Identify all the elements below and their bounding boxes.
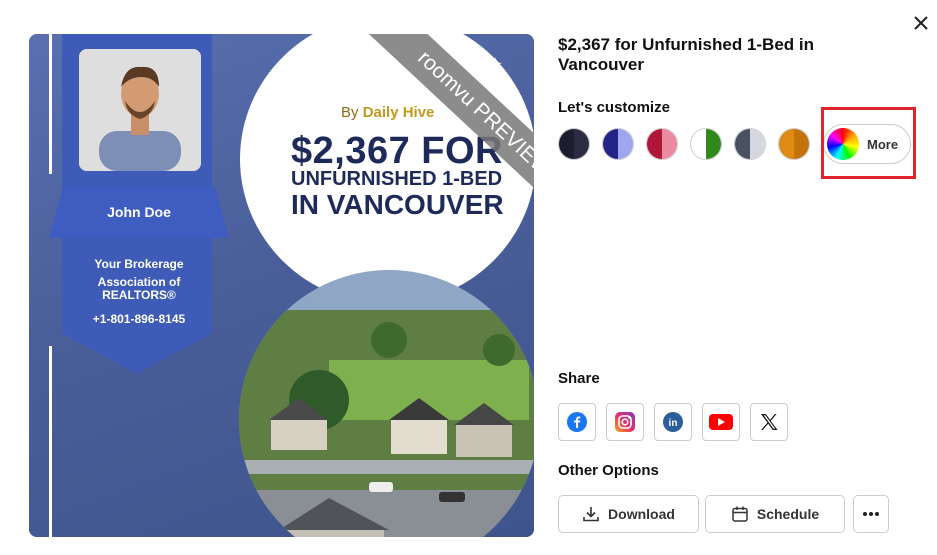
agent-phone: +1-801-896-8145: [92, 312, 186, 326]
download-label: Download: [608, 506, 675, 522]
agent-name: John Doe: [49, 186, 229, 238]
other-options-label: Other Options: [558, 462, 659, 479]
byline-prefix: By: [341, 104, 363, 121]
highlight-box: [821, 107, 916, 179]
headline-line-3: IN VANCOUVER: [291, 189, 504, 220]
customize-label: Let's customize: [558, 99, 670, 116]
ellipsis-icon: [863, 512, 879, 516]
brokerage-line-1: Your Brokerage: [94, 257, 184, 271]
byline-brand: Daily Hive: [362, 104, 435, 121]
brokerage-line-3: REALTORS®: [102, 288, 176, 302]
color-swatch-6[interactable]: [778, 128, 810, 160]
download-button[interactable]: Download: [558, 495, 699, 533]
calendar-icon: [732, 506, 748, 522]
color-swatch-5[interactable]: [734, 128, 766, 160]
share-facebook-button[interactable]: [558, 403, 596, 441]
color-swatch-4[interactable]: [690, 128, 722, 160]
decor-line-bottom: [49, 346, 52, 537]
share-youtube-button[interactable]: [702, 403, 740, 441]
close-button[interactable]: [908, 10, 934, 36]
headline-line-2: UNFURNISHED 1-BED: [291, 168, 503, 190]
color-swatch-2[interactable]: [602, 128, 634, 160]
brokerage-name: Your Brokerage Association of REALTORS®: [74, 258, 204, 302]
share-label: Share: [558, 370, 600, 387]
schedule-button[interactable]: Schedule: [705, 495, 845, 533]
x-icon: [761, 414, 778, 430]
post-title: $2,367 for Unfurnished 1-Bed in Vancouve…: [558, 35, 814, 74]
schedule-label: Schedule: [756, 506, 820, 522]
linkedin-icon: in: [663, 412, 683, 432]
instagram-icon: [615, 412, 635, 432]
facebook-icon: [567, 412, 587, 432]
agent-photo: [79, 49, 201, 171]
download-icon: [583, 507, 599, 522]
youtube-icon: [709, 414, 733, 430]
color-swatch-3[interactable]: [646, 128, 678, 160]
more-options-button[interactable]: [853, 495, 889, 533]
close-icon: [914, 16, 928, 30]
share-x-button[interactable]: [750, 403, 788, 441]
sparkle-icon: ✦: [488, 54, 504, 74]
color-swatch-1[interactable]: [558, 128, 590, 160]
decor-line-top: [49, 34, 52, 174]
share-instagram-button[interactable]: [606, 403, 644, 441]
post-preview-card: John Doe Your Brokerage Association of R…: [29, 34, 534, 537]
svg-text:in: in: [669, 418, 678, 429]
headline-line-1: $2,367 FOR: [291, 130, 503, 172]
byline: By Daily Hive: [341, 104, 434, 121]
share-linkedin-button[interactable]: in: [654, 403, 692, 441]
